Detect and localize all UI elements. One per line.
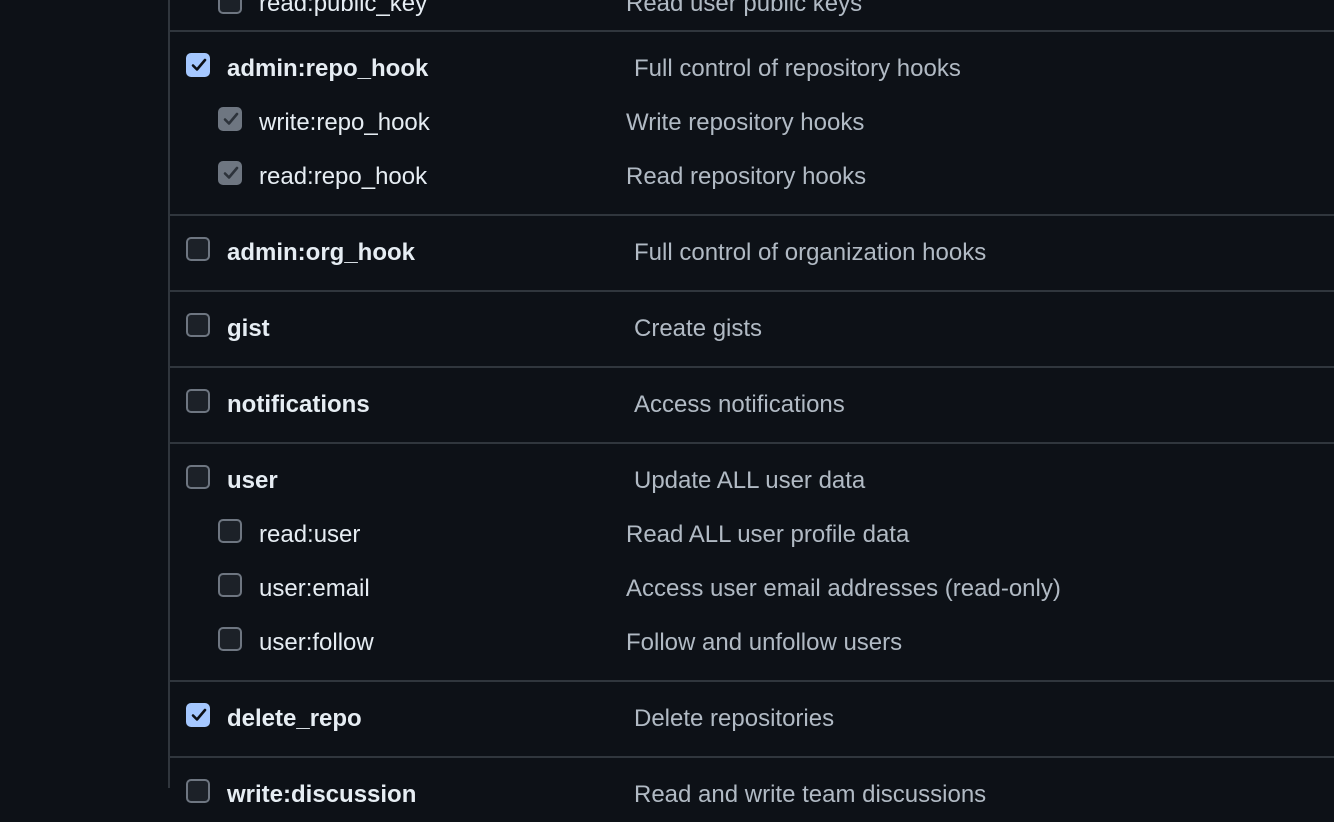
- scope-checkbox[interactable]: [186, 465, 210, 489]
- scope-checkbox[interactable]: [218, 0, 242, 14]
- scope-description: Delete repositories: [634, 705, 835, 732]
- scope-list: read:public_key Read user public keys ad…: [170, 0, 1334, 807]
- scope-row-read-user: read:user Read ALL user profile data: [170, 508, 1334, 562]
- divider: [170, 680, 1334, 682]
- checkmark-icon: [223, 166, 239, 179]
- scope-description: Write repository hooks: [626, 109, 865, 136]
- scope-description: Access user email addresses (read-only): [626, 575, 1061, 602]
- scope-description: Read repository hooks: [626, 163, 867, 190]
- scope-description: Create gists: [634, 315, 763, 342]
- checkmark-icon: [223, 112, 239, 125]
- divider: [170, 756, 1334, 758]
- scope-name: gist: [227, 315, 270, 342]
- scope-checkbox[interactable]: [186, 237, 210, 261]
- scope-row-read-repo-hook: read:repo_hook Read repository hooks: [170, 150, 1334, 204]
- divider: [170, 30, 1334, 32]
- scope-checkbox[interactable]: [186, 313, 210, 337]
- divider: [170, 442, 1334, 444]
- scope-checkbox[interactable]: [218, 161, 242, 185]
- scope-row-admin-repo-hook: admin:repo_hook Full control of reposito…: [170, 42, 1334, 96]
- scope-checkbox[interactable]: [186, 53, 210, 77]
- scope-row-delete-repo: delete_repo Delete repositories: [170, 692, 1334, 746]
- scope-description: Read and write team discussions: [634, 781, 987, 808]
- scope-description: Full control of repository hooks: [634, 55, 961, 82]
- scope-description: Update ALL user data: [634, 467, 866, 494]
- left-rail: [0, 0, 168, 788]
- scope-checkbox[interactable]: [218, 627, 242, 651]
- scope-name: read:repo_hook: [259, 163, 428, 190]
- scope-name: user: [227, 467, 278, 494]
- divider: [170, 366, 1334, 368]
- scope-name: user:follow: [259, 629, 374, 656]
- scope-checkbox[interactable]: [218, 519, 242, 543]
- scope-name: admin:repo_hook: [227, 55, 429, 82]
- checkmark-icon: [191, 708, 207, 721]
- scope-checkbox[interactable]: [186, 779, 210, 803]
- scope-name: read:user: [259, 521, 361, 548]
- scope-description: Full control of organization hooks: [634, 239, 987, 266]
- scope-name: write:repo_hook: [259, 109, 430, 136]
- scope-name: admin:org_hook: [227, 239, 416, 266]
- scope-row-write-repo-hook: write:repo_hook Write repository hooks: [170, 96, 1334, 150]
- scope-checkbox[interactable]: [186, 389, 210, 413]
- scope-row-gist: gist Create gists: [170, 302, 1334, 356]
- scope-checkbox[interactable]: [218, 107, 242, 131]
- scope-description: Read ALL user profile data: [626, 521, 910, 548]
- scope-row-read-public-key: read:public_key Read user public keys: [170, 0, 1334, 18]
- scope-row-notifications: notifications Access notifications: [170, 378, 1334, 432]
- scope-name: read:public_key: [259, 0, 428, 17]
- scope-row-user-follow: user:follow Follow and unfollow users: [170, 616, 1334, 670]
- checkmark-icon: [191, 58, 207, 71]
- scope-checkbox[interactable]: [186, 703, 210, 727]
- divider: [170, 290, 1334, 292]
- scope-description: Read user public keys: [626, 0, 863, 17]
- scope-row-user-email: user:email Access user email addresses (…: [170, 562, 1334, 616]
- scope-row-write-discussion: write:discussion Read and write team dis…: [170, 768, 1334, 822]
- scope-description: Access notifications: [634, 391, 845, 418]
- scope-description: Follow and unfollow users: [626, 629, 903, 656]
- divider: [170, 214, 1334, 216]
- scope-name: notifications: [227, 391, 370, 418]
- scope-row-admin-org-hook: admin:org_hook Full control of organizat…: [170, 226, 1334, 280]
- scope-name: user:email: [259, 575, 370, 602]
- scope-row-user: user Update ALL user data: [170, 454, 1334, 508]
- scope-checkbox[interactable]: [218, 573, 242, 597]
- scope-name: delete_repo: [227, 705, 362, 732]
- scope-name: write:discussion: [227, 781, 417, 808]
